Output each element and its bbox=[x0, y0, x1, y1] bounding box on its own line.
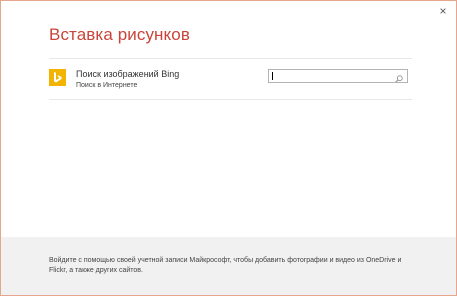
divider-bottom bbox=[49, 99, 412, 100]
dialog-title: Вставка рисунков bbox=[49, 25, 190, 44]
source-name: Поиск изображений Bing bbox=[76, 69, 180, 79]
close-icon: × bbox=[439, 4, 447, 18]
bing-search-input[interactable] bbox=[271, 70, 391, 82]
search-icon[interactable] bbox=[394, 71, 404, 83]
footer-panel: Войдите с помощью своей учетной записи М… bbox=[1, 237, 456, 295]
divider-top bbox=[49, 58, 412, 59]
bing-search-field[interactable] bbox=[268, 69, 408, 83]
text-caret bbox=[272, 72, 273, 80]
bing-logo-icon bbox=[49, 69, 66, 86]
insert-pictures-dialog: × Вставка рисунков Поиск изображений Bin… bbox=[0, 0, 457, 296]
source-subtitle: Поиск в Интернете bbox=[76, 82, 138, 89]
close-button[interactable]: × bbox=[436, 4, 450, 18]
signin-message: Войдите с помощью своей учетной записи М… bbox=[49, 257, 402, 274]
